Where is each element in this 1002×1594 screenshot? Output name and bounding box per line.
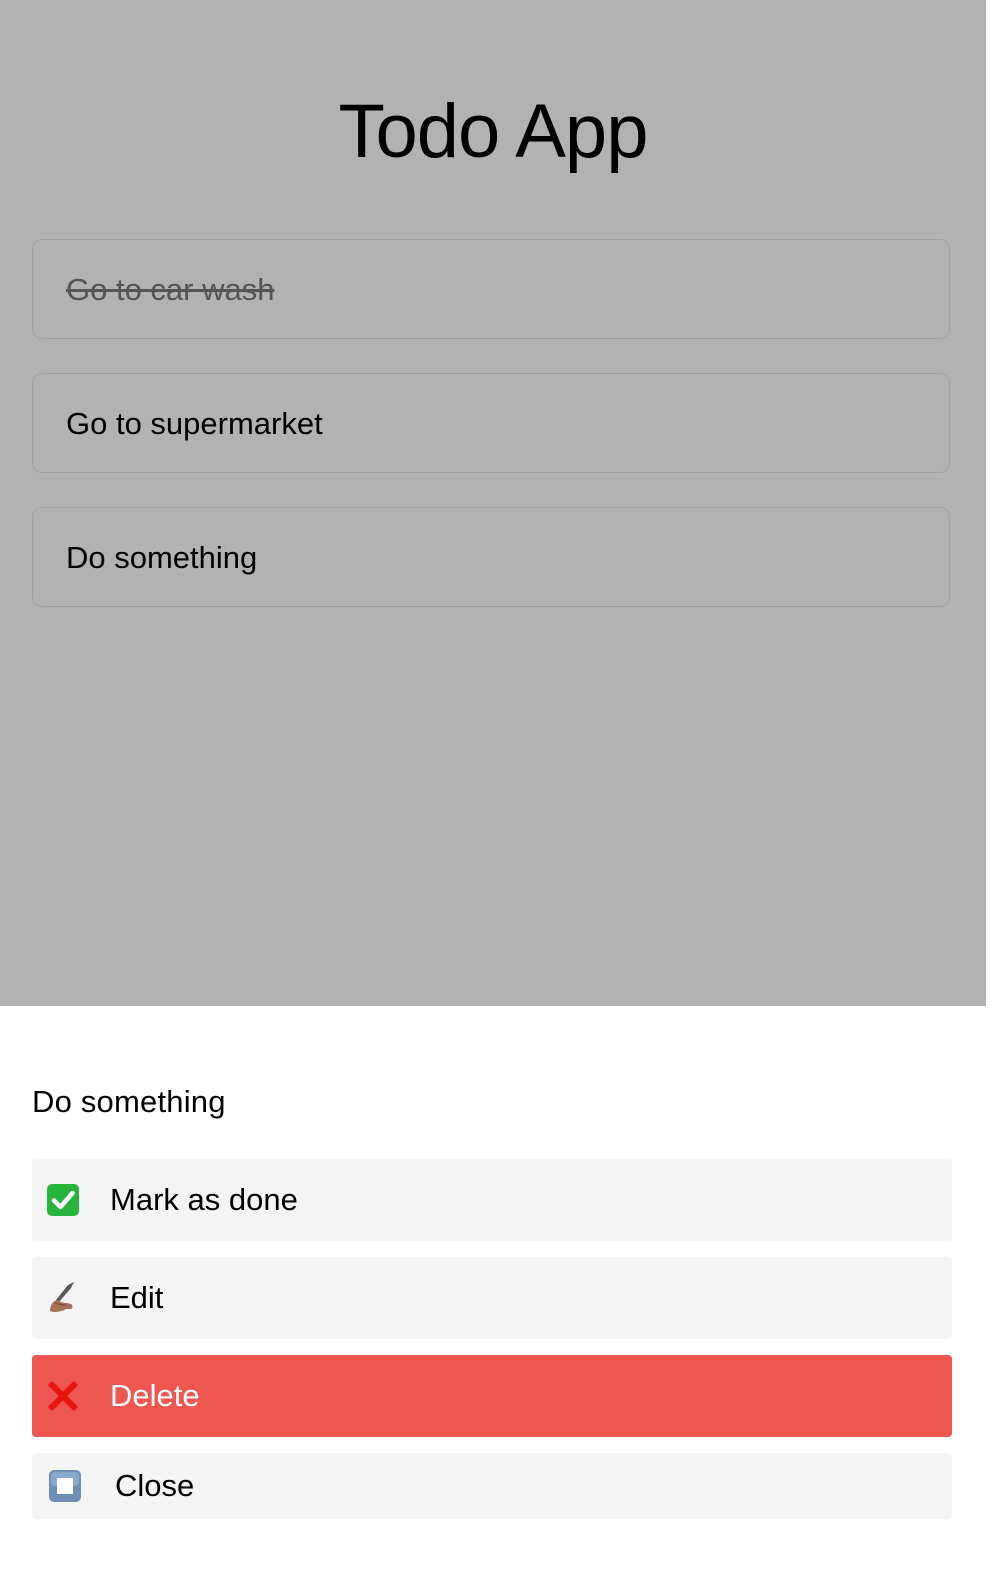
close-label: Close [115, 1468, 195, 1503]
check-box-icon [46, 1183, 80, 1217]
mark-as-done-label: Mark as done [110, 1182, 298, 1217]
writing-hand-icon [46, 1281, 80, 1315]
action-sheet: Do something Mark as done Edit Delete Cl… [0, 1006, 986, 1594]
delete-label: Delete [110, 1378, 200, 1413]
window-edge [986, 0, 1002, 1594]
action-sheet-title: Do something [32, 1084, 226, 1119]
app-window: Todo App Go to car wash Go to supermarke… [0, 0, 987, 1594]
delete-button[interactable]: Delete [32, 1355, 952, 1437]
cross-mark-icon [46, 1379, 80, 1413]
close-button[interactable]: Close [32, 1453, 952, 1519]
edit-button[interactable]: Edit [32, 1257, 952, 1339]
edit-label: Edit [110, 1280, 164, 1315]
modal-backdrop[interactable] [0, 0, 986, 1006]
stop-button-icon [48, 1469, 82, 1503]
mark-as-done-button[interactable]: Mark as done [32, 1159, 952, 1241]
